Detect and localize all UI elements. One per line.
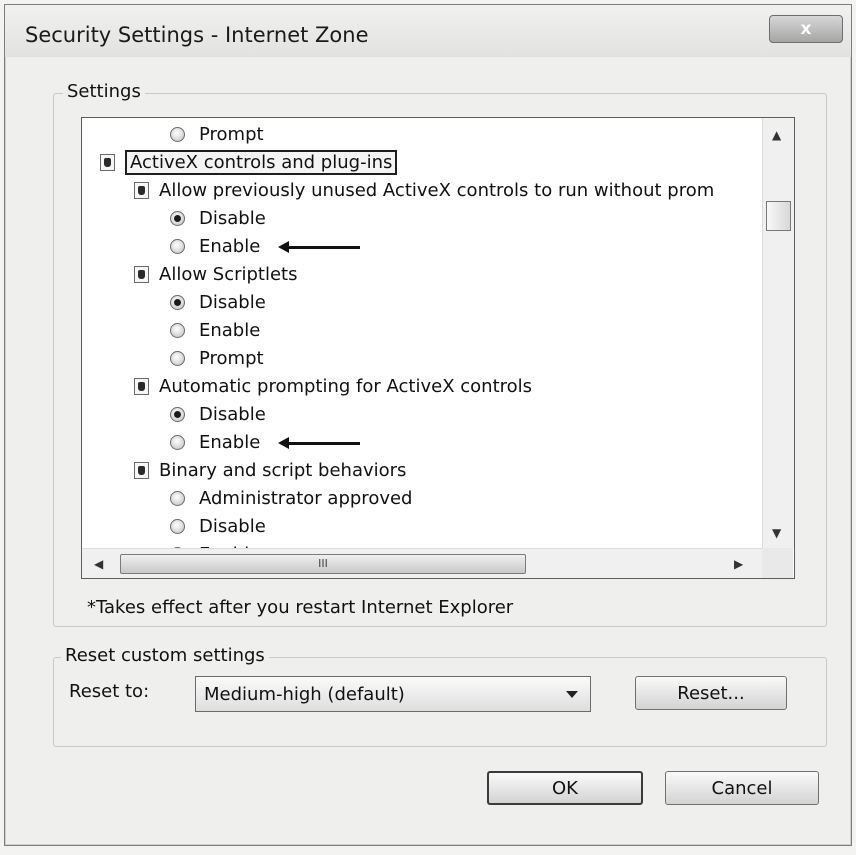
settings-category-icon — [134, 265, 149, 283]
radio-button[interactable] — [170, 322, 185, 338]
radio-option[interactable]: Prompt — [170, 346, 264, 370]
radio-button[interactable] — [170, 490, 185, 506]
radio-option[interactable]: Disable — [170, 402, 266, 426]
tree-item-label: Allow previously unused ActiveX controls… — [159, 179, 715, 201]
reset-button[interactable]: Reset... — [635, 676, 787, 710]
settings-group-label: Settings — [63, 81, 145, 102]
tree-item-label: Prompt — [199, 123, 264, 145]
radio-button[interactable] — [170, 518, 185, 534]
restart-note: *Takes effect after you restart Internet… — [87, 597, 514, 618]
ok-button[interactable]: OK — [487, 771, 643, 805]
radio-button[interactable] — [170, 238, 185, 254]
vertical-scroll-thumb[interactable] — [766, 201, 791, 231]
tree-item-label: Automatic prompting for ActiveX controls — [159, 375, 533, 397]
security-level-select[interactable]: Medium-high (default) — [195, 676, 591, 712]
radio-option[interactable]: Disable — [170, 206, 266, 230]
settings-category-icon — [134, 181, 149, 199]
title-bar: Security Settings - Internet Zone x — [5, 5, 851, 57]
radio-button[interactable] — [170, 434, 185, 450]
tree-item-label: ActiveX controls and plug-ins — [125, 149, 398, 175]
settings-tree[interactable]: Prompt ActiveX controls and plug-ins Allow… — [81, 117, 795, 579]
close-icon: x — [800, 19, 812, 39]
radio-button[interactable] — [170, 126, 185, 142]
security-settings-dialog: Security Settings - Internet Zone x Sett… — [4, 4, 852, 846]
tree-item-label: Prompt — [199, 347, 264, 369]
tree-item-label: Binary and script behaviors — [159, 459, 407, 481]
window-title: Security Settings - Internet Zone — [25, 23, 369, 47]
cancel-button[interactable]: Cancel — [665, 771, 819, 805]
scroll-down-icon[interactable]: ▼ — [772, 526, 781, 540]
settings-tree-content: Prompt ActiveX controls and plug-ins Allow… — [82, 118, 762, 548]
radio-button[interactable] — [170, 350, 185, 366]
settings-item: Automatic prompting for ActiveX controls — [134, 374, 532, 398]
radio-option[interactable]: Prompt — [170, 122, 264, 146]
radio-option[interactable]: Disable — [170, 290, 266, 314]
radio-button[interactable] — [170, 406, 185, 422]
radio-option[interactable]: Disable — [170, 514, 266, 538]
tree-item-label: Disable — [199, 515, 266, 537]
radio-button[interactable] — [170, 294, 185, 310]
close-button[interactable]: x — [769, 15, 843, 43]
arrow-left-icon — [278, 437, 360, 449]
radio-option[interactable]: Enable — [170, 430, 260, 454]
vertical-scrollbar[interactable]: ▲ ▼ — [762, 118, 794, 548]
settings-item: Allow previously unused ActiveX controls… — [134, 178, 714, 202]
tree-item-label: Disable — [199, 291, 266, 313]
tree-item-label: Allow Scriptlets — [159, 263, 298, 285]
radio-option[interactable]: Enable — [170, 234, 260, 258]
settings-item: Allow Scriptlets — [134, 262, 298, 286]
radio-option[interactable]: Administrator approved — [170, 486, 412, 510]
scrollbar-corner — [762, 548, 793, 578]
tree-item-label: Administrator approved — [199, 487, 413, 509]
scroll-left-icon[interactable]: ◀ — [94, 557, 103, 571]
arrow-left-icon — [278, 241, 360, 253]
settings-category-icon — [100, 153, 115, 171]
scroll-right-icon[interactable]: ▶ — [734, 557, 743, 571]
radio-option[interactable]: Enable — [170, 318, 260, 342]
scroll-up-icon[interactable]: ▲ — [772, 128, 781, 142]
tree-item-label: Enable — [199, 319, 261, 341]
tree-item-label: Disable — [199, 403, 266, 425]
settings-item: Binary and script behaviors — [134, 458, 406, 482]
settings-category-icon — [134, 377, 149, 395]
settings-category: ActiveX controls and plug-ins — [100, 149, 398, 175]
reset-group-label: Reset custom settings — [61, 645, 269, 666]
security-level-value: Medium-high (default) — [204, 683, 405, 705]
radio-button[interactable] — [170, 210, 185, 226]
tree-item-label: Disable — [199, 207, 266, 229]
tree-item-label: Enable — [199, 235, 261, 257]
chevron-down-icon — [566, 691, 578, 698]
reset-to-label: Reset to: — [69, 681, 150, 702]
tree-item-label: Enable — [199, 431, 261, 453]
settings-category-icon — [134, 461, 149, 479]
horizontal-scrollbar[interactable]: ◀ III ▶ — [82, 548, 762, 578]
horizontal-scroll-thumb[interactable]: III — [120, 554, 526, 574]
